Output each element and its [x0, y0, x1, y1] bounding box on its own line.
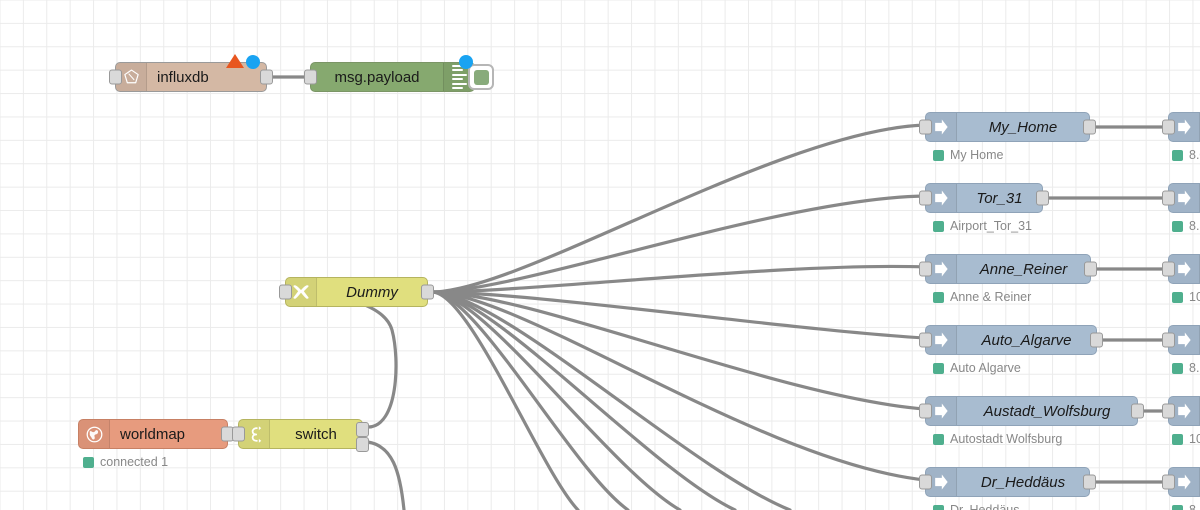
node-status-worldmap: connected 1	[83, 455, 168, 469]
status-dot-worldmap	[83, 456, 94, 468]
node-edge-1[interactable]	[1162, 112, 1200, 142]
status-text-edge-6: 8.1	[1189, 503, 1200, 510]
node-label-link-4: Auto_Algarve	[981, 331, 1072, 349]
changed-badge-debug	[459, 55, 473, 69]
status-text-edge-4: 8.7	[1189, 361, 1200, 375]
node-edge-3[interactable]	[1162, 254, 1200, 284]
status-dot-link-2	[933, 220, 944, 232]
status-dot-edge-6	[1172, 504, 1183, 510]
node-status-edge-4: 8.7	[1172, 361, 1200, 375]
port-input-link-1[interactable]	[919, 119, 932, 135]
port-input-edge-5[interactable]	[1162, 403, 1175, 419]
node-edge-5[interactable]	[1162, 396, 1200, 426]
node-label-worldmap: worldmap	[120, 425, 186, 443]
port-output-link-1[interactable]	[1083, 119, 1096, 135]
node-link-auto-algarve[interactable]: Auto_Algarve	[919, 325, 1103, 355]
port-output-link-4[interactable]	[1090, 332, 1103, 348]
status-text-link-2: Airport_Tor_31	[950, 219, 1032, 233]
status-text-link-5: Autostadt Wolfsburg	[950, 432, 1063, 446]
node-status-link-1: My Home	[933, 148, 1003, 162]
port-input-debug[interactable]	[304, 69, 317, 85]
status-dot-link-4	[933, 362, 944, 374]
port-input-influxdb[interactable]	[109, 69, 122, 85]
node-switch[interactable]: switch	[232, 419, 369, 452]
status-text-link-4: Auto Algarve	[950, 361, 1021, 375]
port-input-edge-2[interactable]	[1162, 190, 1175, 206]
node-status-edge-1: 8.0	[1172, 148, 1200, 162]
status-text-edge-1: 8.0	[1189, 148, 1200, 162]
port-input-link-4[interactable]	[919, 332, 932, 348]
status-text-edge-2: 8.3	[1189, 219, 1200, 233]
node-status-edge-2: 8.3	[1172, 219, 1200, 233]
port-output-link-6[interactable]	[1083, 474, 1096, 490]
node-status-link-6: Dr. Heddäus	[933, 503, 1019, 510]
status-dot-link-3	[933, 291, 944, 303]
globe-icon	[79, 420, 110, 448]
node-link-austadt-wolfsburg[interactable]: Austadt_Wolfsburg	[919, 396, 1144, 426]
node-label-switch: switch	[295, 425, 337, 443]
port-input-edge-4[interactable]	[1162, 332, 1175, 348]
node-link-my-home[interactable]: My_Home	[919, 112, 1096, 142]
port-input-edge-6[interactable]	[1162, 474, 1175, 490]
status-dot-link-5	[933, 433, 944, 445]
port-output-link-2[interactable]	[1036, 190, 1049, 206]
node-link-anne-reiner[interactable]: Anne_Reiner	[919, 254, 1097, 284]
port-input-link-6[interactable]	[919, 474, 932, 490]
port-output-switch-1[interactable]	[356, 422, 369, 437]
port-output-link-3[interactable]	[1084, 261, 1097, 277]
node-label-link-1: My_Home	[988, 118, 1058, 136]
status-dot-link-1	[933, 149, 944, 161]
port-input-switch[interactable]	[232, 426, 245, 442]
port-output-link-5[interactable]	[1131, 403, 1144, 419]
status-dot-edge-2	[1172, 220, 1183, 232]
node-status-link-4: Auto Algarve	[933, 361, 1021, 375]
port-output-dummy[interactable]	[421, 284, 434, 300]
node-label-link-6: Dr_Heddäus	[980, 473, 1066, 491]
node-status-link-3: Anne & Reiner	[933, 290, 1031, 304]
port-input-link-3[interactable]	[919, 261, 932, 277]
port-input-link-2[interactable]	[919, 190, 932, 206]
changed-badge-influxdb	[246, 55, 260, 69]
node-link-dr-heddaeus[interactable]: Dr_Heddäus	[919, 467, 1096, 497]
status-text-edge-5: 10	[1189, 432, 1200, 446]
status-dot-edge-1	[1172, 149, 1183, 161]
node-label-link-5: Austadt_Wolfsburg	[983, 402, 1111, 420]
node-dummy[interactable]: Dummy	[279, 277, 434, 307]
port-input-dummy[interactable]	[279, 284, 292, 300]
node-status-link-5: Autostadt Wolfsburg	[933, 432, 1062, 446]
node-status-edge-5: 10	[1172, 432, 1200, 446]
node-label-debug: msg.payload	[334, 68, 420, 86]
status-dot-link-6	[933, 504, 944, 510]
status-dot-edge-5	[1172, 433, 1183, 445]
node-edge-2[interactable]	[1162, 183, 1200, 213]
node-edge-4[interactable]	[1162, 325, 1200, 355]
node-edge-6[interactable]	[1162, 467, 1200, 497]
node-link-tor-31[interactable]: Tor_31	[919, 183, 1049, 213]
node-label-link-2: Tor_31	[976, 189, 1023, 207]
status-dot-edge-4	[1172, 362, 1183, 374]
port-input-edge-1[interactable]	[1162, 119, 1175, 135]
error-badge-influxdb	[226, 54, 244, 68]
status-text-worldmap: connected 1	[100, 455, 169, 469]
node-layer: influxdb msg.payload Dummy worldmap conn…	[0, 0, 1200, 510]
node-label-dummy: Dummy	[346, 283, 398, 301]
node-influxdb[interactable]: influxdb	[109, 54, 273, 92]
node-debug[interactable]: msg.payload	[304, 55, 494, 92]
port-output-switch-2[interactable]	[356, 437, 369, 452]
port-output-influxdb[interactable]	[260, 69, 273, 85]
status-dot-edge-3	[1172, 291, 1183, 303]
port-input-edge-3[interactable]	[1162, 261, 1175, 277]
status-text-link-6: Dr. Heddäus	[950, 503, 1020, 510]
status-text-edge-3: 10	[1189, 290, 1200, 304]
node-status-edge-3: 10	[1172, 290, 1200, 304]
debug-toggle-button[interactable]	[468, 64, 494, 90]
status-text-link-1: My Home	[950, 148, 1004, 162]
status-text-link-3: Anne & Reiner	[950, 290, 1032, 304]
node-label-link-3: Anne_Reiner	[979, 260, 1068, 278]
port-input-link-5[interactable]	[919, 403, 932, 419]
node-status-link-2: Airport_Tor_31	[933, 219, 1032, 233]
node-status-edge-6: 8.1	[1172, 503, 1200, 510]
flow-canvas[interactable]: influxdb msg.payload Dummy worldmap conn…	[0, 0, 1200, 510]
node-worldmap[interactable]: worldmap	[78, 419, 234, 449]
